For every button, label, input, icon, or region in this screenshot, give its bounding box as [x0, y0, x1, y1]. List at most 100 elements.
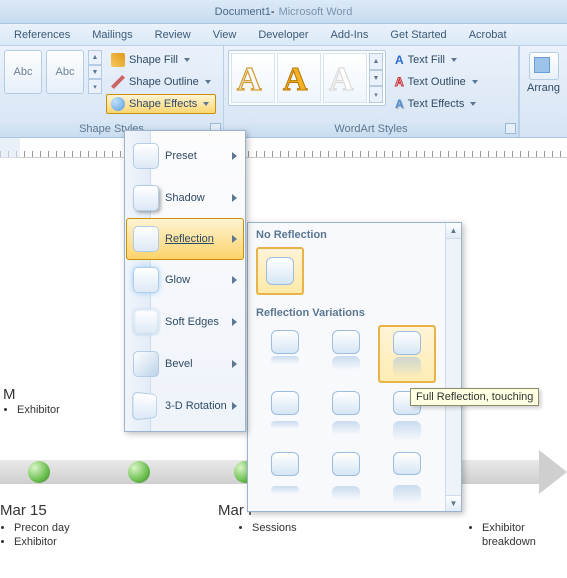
app-name: Microsoft Word: [279, 6, 353, 18]
preset-icon: [133, 143, 159, 169]
chevron-right-icon: [232, 360, 237, 368]
wordart-item-1[interactable]: A: [231, 53, 275, 103]
tab-mailings[interactable]: Mailings: [92, 29, 132, 41]
tab-developer[interactable]: Developer: [258, 29, 308, 41]
shape-style-scroll-down[interactable]: ▼: [88, 65, 102, 80]
text-effects-label: Text Effects: [408, 98, 465, 110]
group-shape-styles: Abc Abc ▲ ▼ ▾ Shape Fill Shape Outline: [0, 46, 224, 137]
wordart-item-3[interactable]: A: [323, 53, 367, 103]
text-outline-label: Text Outline: [408, 76, 466, 88]
bullet-sessions: Sessions: [252, 522, 297, 534]
reflection-variation-5[interactable]: [317, 386, 375, 444]
glow-icon: [133, 267, 159, 293]
shape-style-scroll-up[interactable]: ▲: [88, 50, 102, 65]
menu-item-softedges[interactable]: Soft Edges: [127, 301, 243, 343]
shape-style-thumb-1[interactable]: Abc: [4, 50, 42, 94]
tab-getstarted[interactable]: Get Started: [390, 29, 446, 41]
bullet-exhibitor: Exhibitor: [14, 536, 70, 548]
scroll-up-button[interactable]: ▲: [446, 223, 461, 239]
chevron-right-icon: [232, 194, 237, 202]
shape-effects-button[interactable]: Shape Effects: [106, 94, 216, 114]
wordart-gallery[interactable]: A A A ▲ ▼ ▾: [228, 50, 386, 106]
tab-view[interactable]: View: [213, 29, 237, 41]
bucket-icon: [111, 53, 125, 67]
group-wordart-styles: A A A ▲ ▼ ▾ A Text Fill: [224, 46, 519, 137]
wordart-more[interactable]: ▾: [369, 86, 383, 103]
reflection-gallery-panel: No Reflection Reflection Variations ▲ ▼: [247, 222, 462, 512]
title-sep: -: [271, 6, 275, 18]
text-outline-button[interactable]: A Text Outline: [390, 72, 483, 92]
reflection-variations-header: Reflection Variations: [248, 301, 461, 325]
chevron-down-icon: [451, 58, 457, 62]
menu-item-preset[interactable]: Preset: [127, 135, 243, 177]
group-label-wordart-styles: WordArt Styles: [224, 121, 518, 137]
scroll-down-button[interactable]: ▼: [446, 495, 461, 511]
svg-text:A: A: [237, 61, 262, 98]
reflection-variation-8[interactable]: [317, 447, 375, 505]
chevron-right-icon: [232, 276, 237, 284]
menu-item-3drotation[interactable]: 3-D Rotation: [127, 385, 243, 427]
shape-effects-menu: Preset Shadow Reflection Glow Soft Edges…: [124, 130, 246, 432]
text-fill-label: Text Fill: [408, 54, 445, 66]
titlebar: Document1 - Microsoft Word: [0, 0, 567, 24]
svg-text:A: A: [283, 61, 308, 98]
reflection-variation-3[interactable]: [378, 325, 436, 383]
menu-item-glow[interactable]: Glow: [127, 259, 243, 301]
shape-style-thumb-2[interactable]: Abc: [46, 50, 84, 94]
text-fill-icon: A: [395, 53, 404, 67]
text-outline-icon: A: [395, 75, 404, 89]
text-effects-button[interactable]: A Text Effects: [390, 94, 483, 114]
shape-style-more[interactable]: ▾: [88, 79, 102, 94]
tab-references[interactable]: References: [14, 29, 70, 41]
no-reflection-thumb-icon: [266, 257, 294, 285]
timeline-marker-1[interactable]: [28, 461, 50, 483]
menu-item-bevel[interactable]: Bevel: [127, 343, 243, 385]
partial-text: M: [3, 386, 16, 403]
reflection-variation-4[interactable]: [256, 386, 314, 444]
wordart-scroll-up[interactable]: ▲: [369, 53, 383, 70]
menu-item-shadow[interactable]: Shadow: [127, 177, 243, 219]
group-arrange: Arrang: [519, 46, 567, 137]
chevron-down-icon: [184, 58, 190, 62]
wordart-scroll-down[interactable]: ▼: [369, 70, 383, 87]
timeline-marker-2[interactable]: [128, 461, 150, 483]
chevron-right-icon: [232, 318, 237, 326]
chevron-down-icon: [205, 80, 211, 84]
reflection-variation-7[interactable]: [256, 447, 314, 505]
bullet-exhibitor-top: Exhibitor: [17, 404, 60, 416]
chevron-down-icon: [470, 102, 476, 106]
shape-effects-label: Shape Effects: [129, 98, 197, 110]
doc-name: Document1: [215, 6, 271, 18]
no-reflection-option[interactable]: [256, 247, 304, 295]
effects-icon: [111, 97, 125, 111]
chevron-down-icon: [472, 80, 478, 84]
text-fill-button[interactable]: A Text Fill: [390, 50, 483, 70]
reflection-variations-grid: [248, 325, 461, 505]
reflection-variation-1[interactable]: [256, 325, 314, 383]
tab-acrobat[interactable]: Acrobat: [469, 29, 507, 41]
chevron-right-icon: [232, 235, 237, 243]
tab-review[interactable]: Review: [155, 29, 191, 41]
tooltip-full-reflection: Full Reflection, touching: [410, 388, 539, 406]
bullet-exhibitor-2: Exhibitor: [482, 522, 536, 534]
chevron-right-icon: [232, 402, 237, 410]
bullet-breakdown: breakdown: [482, 536, 536, 548]
tab-addins[interactable]: Add-Ins: [331, 29, 369, 41]
arrange-icon[interactable]: [529, 52, 559, 80]
reflection-panel-scrollbar[interactable]: ▲ ▼: [445, 223, 461, 511]
pencil-icon: [111, 75, 125, 89]
text-effects-icon: A: [395, 97, 404, 111]
menu-item-reflection[interactable]: Reflection: [126, 218, 244, 260]
reflection-icon: [133, 226, 159, 252]
reflection-variation-2[interactable]: [317, 325, 375, 383]
dialog-launcher-wordart-styles[interactable]: [505, 123, 516, 134]
ribbon: Abc Abc ▲ ▼ ▾ Shape Fill Shape Outline: [0, 46, 567, 138]
shape-fill-button[interactable]: Shape Fill: [106, 50, 216, 70]
wordart-item-2[interactable]: A: [277, 53, 321, 103]
horizontal-ruler[interactable]: [0, 138, 567, 158]
shadow-icon: [133, 185, 159, 211]
shape-outline-button[interactable]: Shape Outline: [106, 72, 216, 92]
arrange-label: Arrang: [527, 82, 560, 94]
rotation-icon: [132, 391, 157, 420]
reflection-variation-9[interactable]: [378, 447, 436, 505]
